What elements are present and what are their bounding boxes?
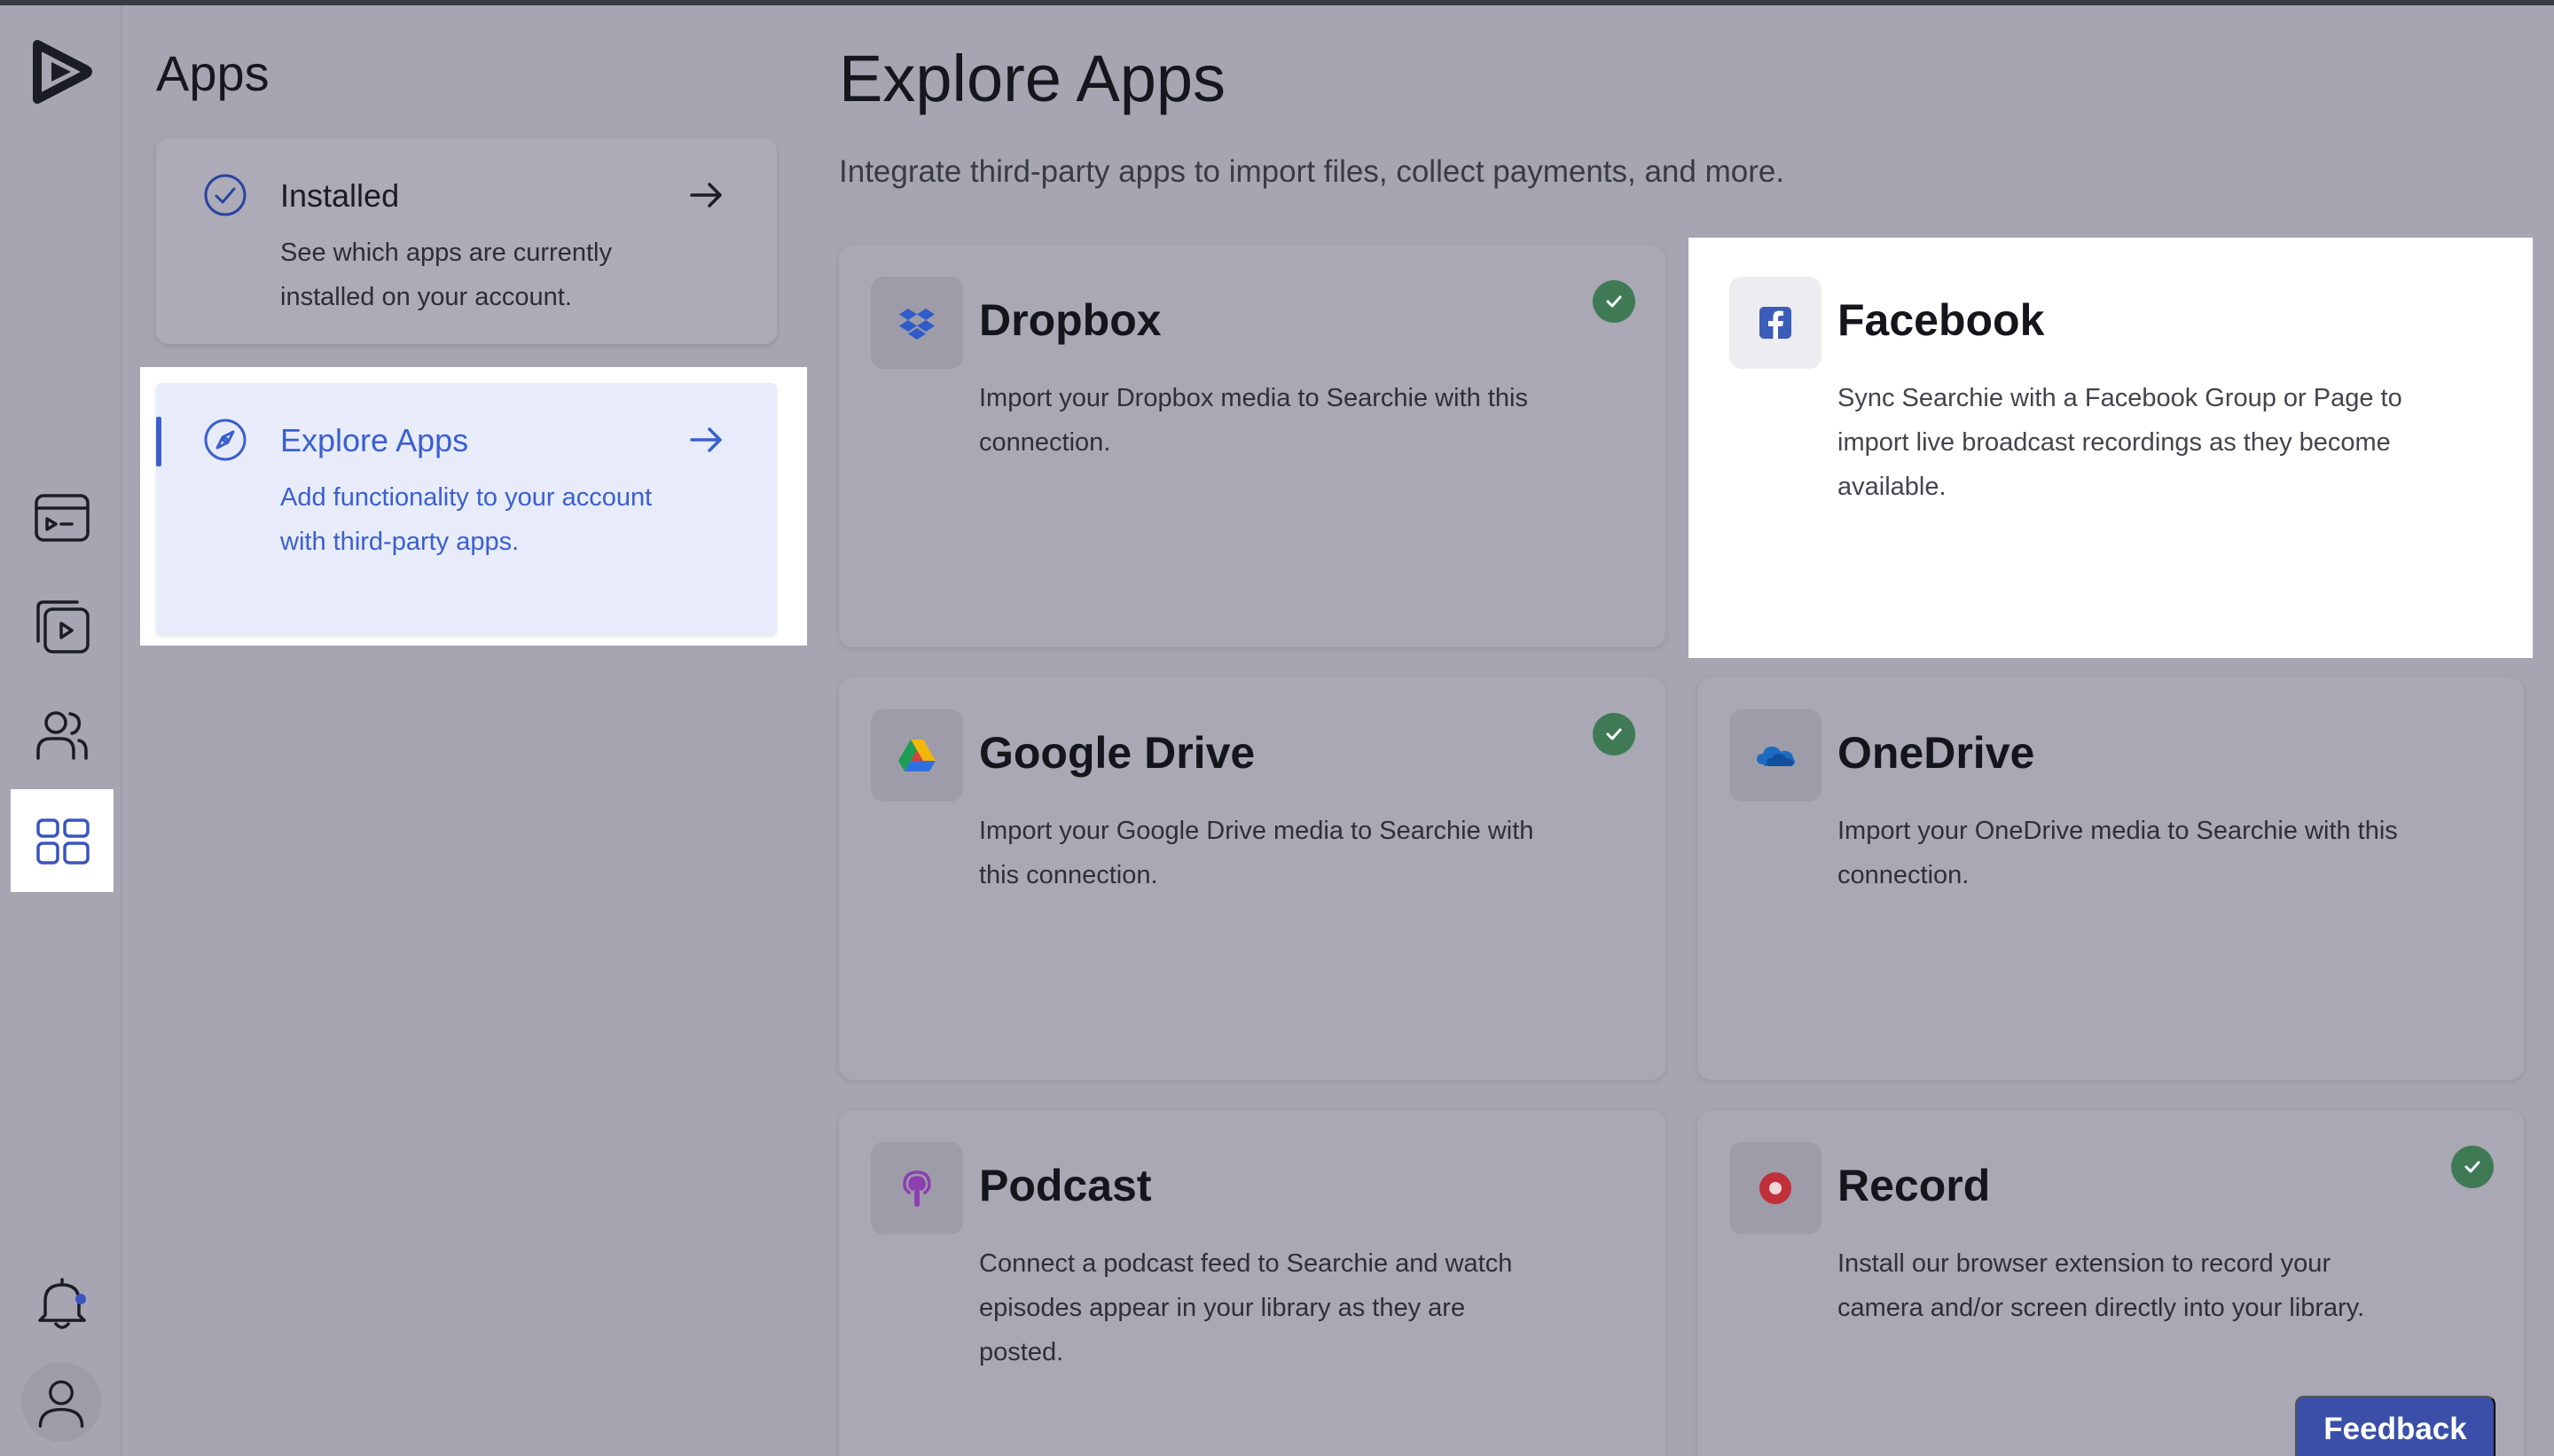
- panel-title: Apps: [156, 45, 270, 101]
- notification-bell-icon[interactable]: [12, 1254, 112, 1353]
- nav-item-explore-apps-label: Explore Apps: [280, 422, 469, 458]
- media-console-icon[interactable]: [12, 468, 112, 568]
- installed-check-icon: [2451, 1146, 2494, 1188]
- arrow-right-icon: [690, 427, 722, 452]
- app-description: Install our browser extension to record …: [1837, 1249, 2365, 1322]
- app-card-podcast[interactable]: Podcast Connect a podcast feed to Search…: [839, 1110, 1665, 1456]
- nav-item-installed-description: See which apps are currently installed o…: [280, 239, 612, 311]
- app-description: Import your OneDrive media to Searchie w…: [1837, 817, 2398, 889]
- installed-check-icon: [1593, 280, 1635, 323]
- apps-panel: Apps Installed See which apps are curren…: [124, 5, 807, 1456]
- app-name: OneDrive: [1837, 728, 2035, 778]
- nav-item-explore-apps[interactable]: Explore Apps Add functionality to your a…: [156, 383, 777, 635]
- podcast-icon: [871, 1142, 963, 1234]
- apps-grid-icon[interactable]: [11, 789, 114, 892]
- record-icon: [1729, 1142, 1821, 1234]
- page-title: Explore Apps: [839, 42, 1226, 115]
- video-library-icon[interactable]: [12, 576, 112, 676]
- app-card-facebook[interactable]: Facebook Sync Searchie with a Facebook G…: [1697, 245, 2524, 647]
- app-card-dropbox[interactable]: Dropbox Import your Dropbox media to Sea…: [839, 245, 1665, 647]
- facebook-icon: [1729, 277, 1821, 369]
- feedback-button[interactable]: Feedback: [2295, 1396, 2495, 1456]
- app-name: Podcast: [979, 1161, 1152, 1210]
- nav-item-explore-apps-highlight: Explore Apps Add functionality to your a…: [140, 367, 807, 646]
- google-drive-icon: [871, 709, 963, 802]
- icon-sidebar: [0, 5, 122, 1456]
- app-name: Dropbox: [979, 295, 1162, 345]
- check-circle-icon: [204, 174, 247, 216]
- logo-icon[interactable]: [25, 35, 98, 108]
- users-icon[interactable]: [12, 685, 112, 784]
- arrow-right-icon: [690, 183, 722, 207]
- app-description: Connect a podcast feed to Searchie and w…: [979, 1249, 1513, 1366]
- installed-check-icon: [1593, 713, 1635, 755]
- nav-item-explore-apps-description: Add functionality to your account with t…: [280, 483, 653, 556]
- nav-item-installed-label: Installed: [280, 177, 400, 214]
- app-description: Sync Searchie with a Facebook Group or P…: [1837, 384, 2402, 501]
- compass-icon: [204, 419, 247, 461]
- dropbox-icon: [871, 277, 963, 369]
- nav-item-installed[interactable]: Installed See which apps are currently i…: [156, 138, 777, 344]
- app-name: Record: [1837, 1161, 1991, 1210]
- app-name: Facebook: [1837, 295, 2045, 345]
- app-description: Import your Dropbox media to Searchie wi…: [979, 384, 1528, 457]
- user-avatar-icon[interactable]: [21, 1362, 101, 1442]
- app-card-google-drive[interactable]: Google Drive Import your Google Drive me…: [839, 677, 1665, 1080]
- app-card-facebook-highlight: Facebook Sync Searchie with a Facebook G…: [1688, 238, 2533, 658]
- active-indicator: [156, 417, 161, 466]
- app-card-onedrive[interactable]: OneDrive Import your OneDrive media to S…: [1697, 677, 2524, 1080]
- app-description: Import your Google Drive media to Search…: [979, 817, 1534, 889]
- page-subtitle: Integrate third-party apps to import fil…: [839, 154, 1785, 189]
- app-name: Google Drive: [979, 728, 1256, 778]
- onedrive-icon: [1729, 709, 1821, 802]
- explore-apps-main: Explore Apps Integrate third-party apps …: [809, 5, 2554, 1456]
